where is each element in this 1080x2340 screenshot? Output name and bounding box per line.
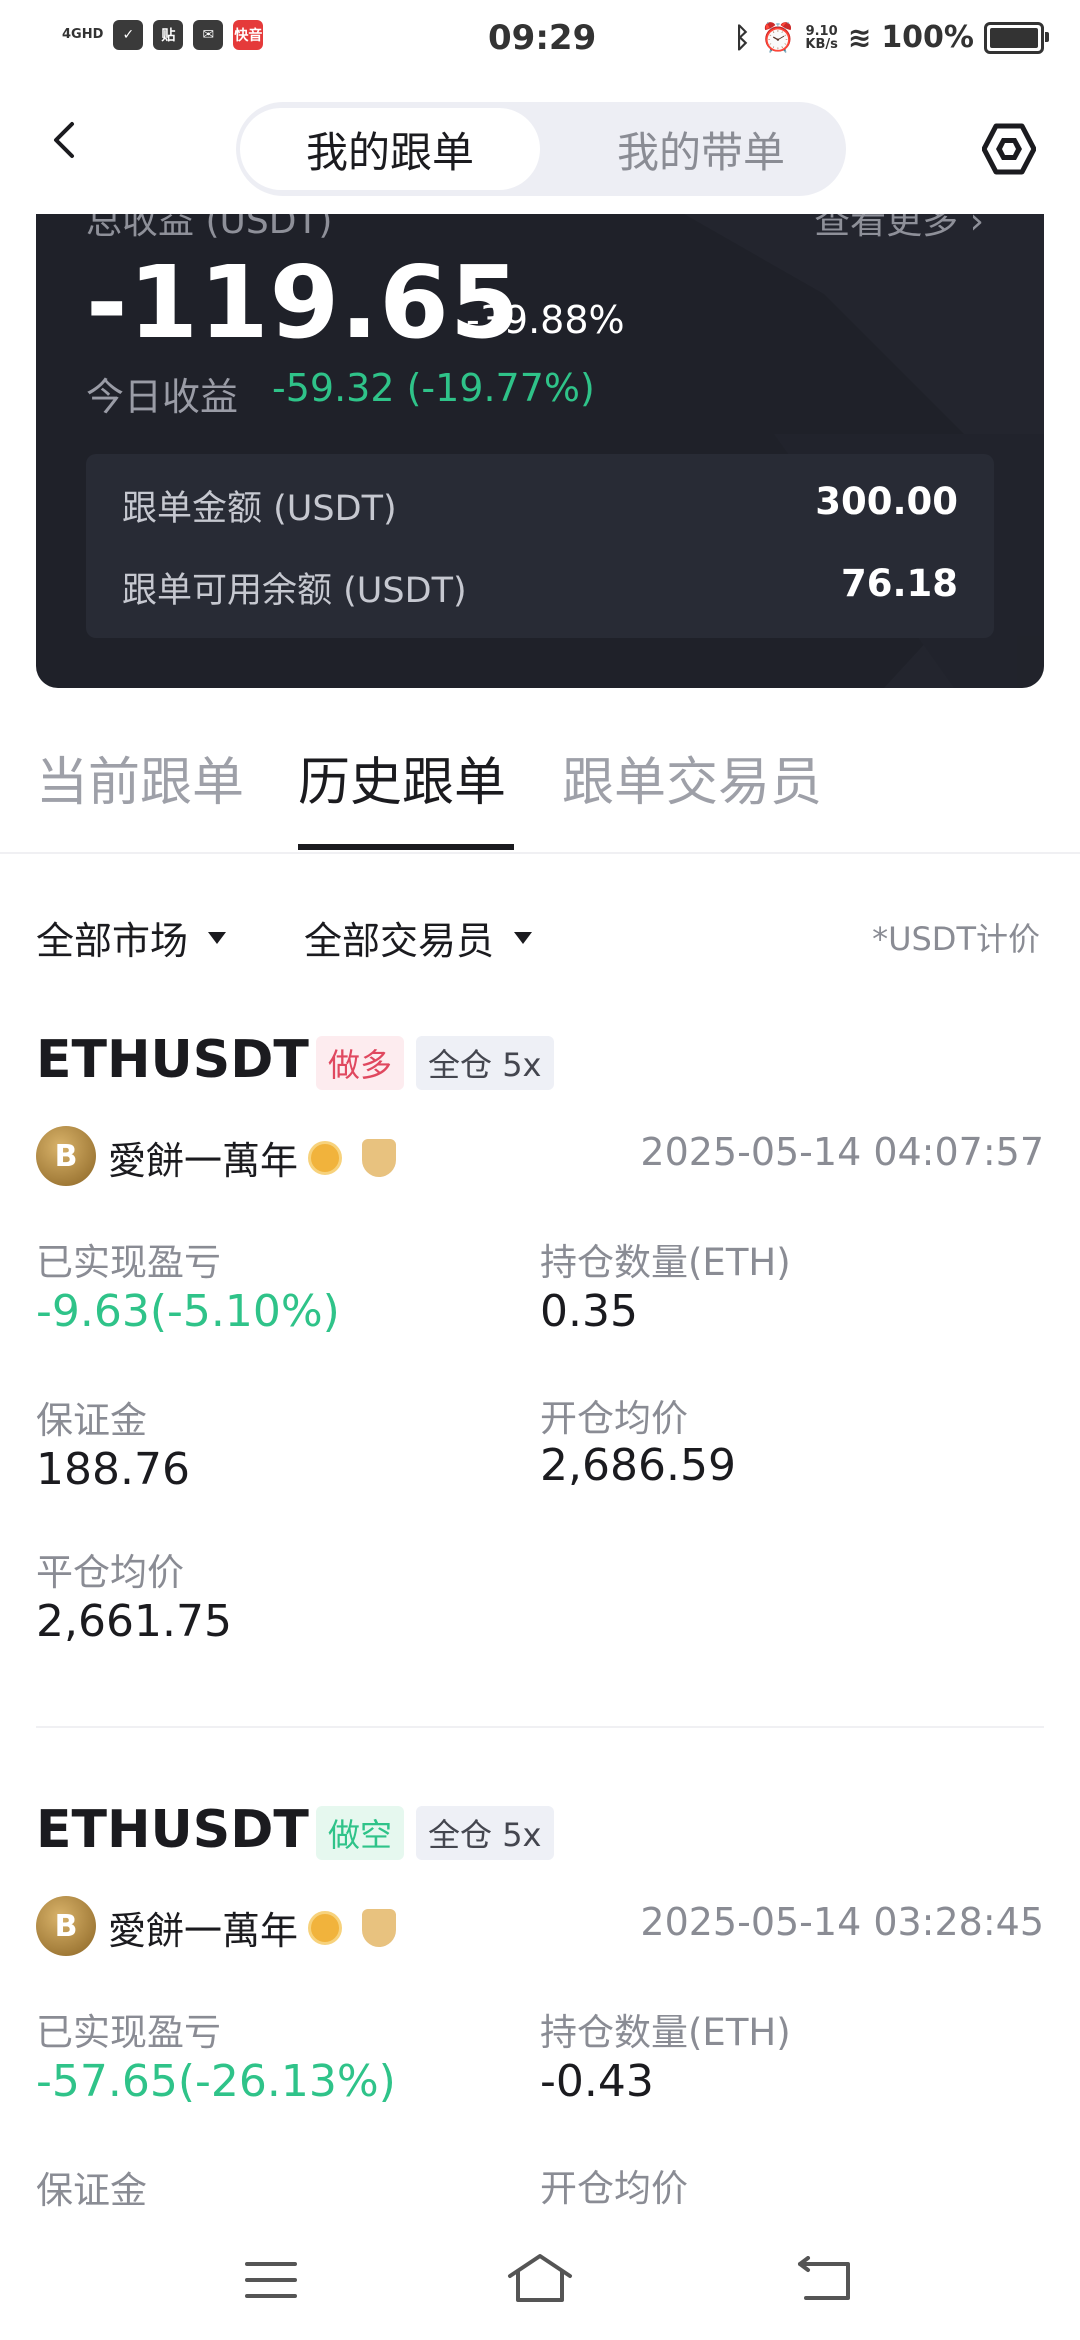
back-nav-icon[interactable]	[796, 2256, 852, 2302]
tab-current-copy[interactable]: 当前跟单	[36, 740, 244, 815]
available-balance-value: 76.18	[840, 562, 958, 605]
network-indicator: 4GHD	[62, 27, 104, 42]
today-profit-label: 今日收益	[86, 375, 239, 419]
battery-percent: 100%	[881, 20, 974, 55]
tab-my-lead-orders[interactable]: 我的带单	[566, 108, 836, 190]
market-filter-dropdown[interactable]: 全部市场	[36, 910, 227, 965]
view-more-link[interactable]: 查看更多 ›	[814, 214, 984, 244]
status-left-icons: 4GHD ✓ 贴 ✉ 快音	[62, 20, 264, 50]
order-symbol: ETHUSDT	[36, 1800, 309, 1860]
order-tags: 做多 全仓 5x	[316, 1036, 554, 1090]
tie-app-icon: 贴	[153, 20, 184, 50]
margin-value: 188.76	[36, 1444, 190, 1495]
caret-down-icon	[208, 931, 227, 944]
open-price-label: 开仓均价	[540, 1397, 688, 1440]
order-timestamp: 2025-05-14 04:07:57	[640, 1130, 1044, 1174]
status-bar: 4GHD ✓ 贴 ✉ 快音 09:29 ᛒ ⏰ 9.10 KB/s ≋ 100%	[0, 0, 1080, 84]
position-qty-label: 持仓数量(ETH)	[540, 2011, 791, 2054]
position-qty-value: -0.43	[540, 2056, 654, 2107]
margin-label: 保证金	[36, 2169, 147, 2212]
active-tab-underline	[298, 844, 514, 850]
side-badge: 做空	[316, 1806, 405, 1860]
medal-icon	[308, 1910, 343, 1945]
back-arrow-icon[interactable]	[44, 120, 84, 160]
alarm-icon: ⏰	[760, 21, 796, 54]
total-profit-label: 总收益 (USDT)	[86, 214, 333, 242]
order-card[interactable]: ETHUSDT 做多 全仓 5x B 愛餅一萬年 2025-05-14 04:0…	[0, 1020, 1080, 1720]
total-profit-value: -119.65	[86, 244, 521, 361]
margin-mode-badge: 全仓 5x	[416, 1036, 554, 1090]
total-profit-percent: -39.88%	[466, 298, 625, 342]
menu-icon[interactable]	[244, 2258, 298, 2302]
medal-icon	[308, 1140, 343, 1175]
view-more-label: 查看更多	[814, 214, 959, 242]
margin-label: 保证金	[36, 1399, 147, 1442]
order-symbol: ETHUSDT	[36, 1030, 309, 1090]
realized-pnl-value: -9.63(-5.10%)	[36, 1286, 340, 1337]
verified-shield-icon	[362, 1138, 397, 1177]
speed-unit: KB/s	[805, 36, 838, 52]
battery-icon	[984, 21, 1049, 54]
tabs-divider	[0, 852, 1080, 854]
status-time: 09:29	[488, 18, 597, 58]
summary-card: 总收益 (USDT) 查看更多 › -119.65 -39.88% 今日收益 -…	[36, 214, 1044, 688]
usdt-pricing-note: *USDT计价	[872, 920, 1040, 958]
tab-copy-traders[interactable]: 跟单交易员	[562, 740, 822, 815]
market-filter-label: 全部市场	[36, 919, 189, 963]
verified-shield-icon	[362, 1908, 397, 1947]
avatar: B	[36, 1896, 96, 1956]
network-speed: 9.10 KB/s	[805, 25, 837, 51]
copy-amount-label: 跟单金额 (USDT)	[122, 489, 397, 529]
today-profit-value: -59.32 (-19.77%)	[272, 366, 595, 410]
realized-pnl-value: -57.65(-26.13%)	[36, 2056, 396, 2107]
margin-mode-badge: 全仓 5x	[416, 1806, 554, 1860]
shield-check-icon: ✓	[113, 20, 144, 50]
status-right-icons: ᛒ ⏰ 9.10 KB/s ≋ 100%	[733, 20, 1049, 55]
trader-name: 愛餅一萬年	[108, 1909, 299, 1953]
copy-mode-segment: 我的跟单 我的带单	[236, 102, 846, 196]
settings-hex-icon[interactable]	[982, 122, 1036, 176]
order-card[interactable]: ETHUSDT 做空 全仓 5x B 愛餅一萬年 2025-05-14 03:2…	[0, 1790, 1080, 2222]
position-qty-label: 持仓数量(ETH)	[540, 1241, 791, 1284]
close-price-value: 2,661.75	[36, 1596, 232, 1647]
tab-my-copy-orders[interactable]: 我的跟单	[240, 108, 540, 190]
kuaiyin-app-icon: 快音	[233, 20, 264, 50]
trader-name: 愛餅一萬年	[108, 1139, 299, 1183]
chevron-right-icon: ›	[969, 214, 984, 242]
caret-down-icon	[514, 931, 533, 944]
close-price-label: 平仓均价	[36, 1551, 184, 1594]
trader-filter-dropdown[interactable]: 全部交易员	[304, 910, 533, 965]
home-icon[interactable]	[506, 2252, 574, 2304]
order-divider	[36, 1726, 1044, 1728]
copy-amount-value: 300.00	[815, 480, 958, 523]
system-navigation-bar	[0, 2222, 1080, 2340]
trader-filter-label: 全部交易员	[304, 919, 495, 963]
available-balance-label: 跟单可用余额 (USDT)	[122, 571, 467, 611]
trader-info[interactable]: 愛餅一萬年	[108, 1130, 397, 1185]
avatar: B	[36, 1126, 96, 1186]
wechat-icon: ✉	[193, 20, 224, 50]
trader-info[interactable]: 愛餅一萬年	[108, 1900, 397, 1955]
bluetooth-icon: ᛒ	[733, 21, 751, 54]
position-qty-value: 0.35	[540, 1286, 638, 1337]
tab-history-copy[interactable]: 历史跟单	[298, 740, 506, 815]
open-price-label: 开仓均价	[540, 2167, 688, 2210]
wifi-icon: ≋	[847, 21, 872, 54]
side-badge: 做多	[316, 1036, 405, 1090]
order-tags: 做空 全仓 5x	[316, 1806, 554, 1860]
realized-pnl-label: 已实现盈亏	[36, 2011, 221, 2054]
open-price-value: 2,686.59	[540, 1440, 736, 1491]
realized-pnl-label: 已实现盈亏	[36, 1241, 221, 1284]
order-timestamp: 2025-05-14 03:28:45	[640, 1900, 1044, 1944]
copy-funds-box: 跟单金额 (USDT) 300.00 跟单可用余额 (USDT) 76.18	[86, 454, 994, 638]
